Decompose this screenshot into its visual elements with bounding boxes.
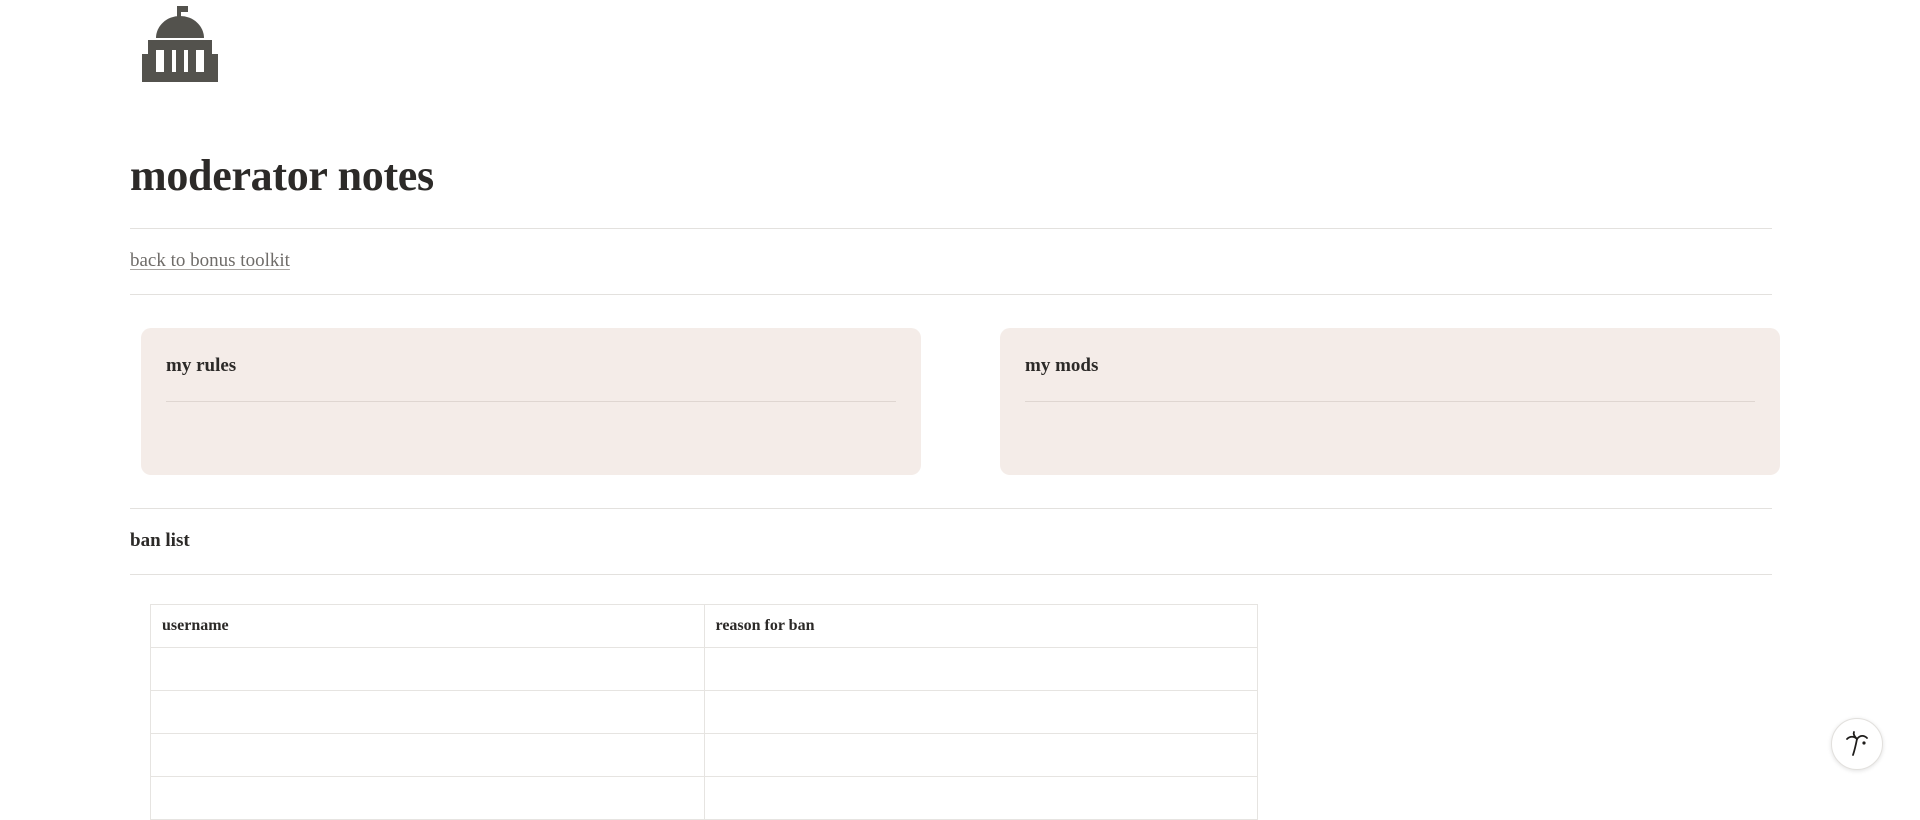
divider bbox=[130, 574, 1772, 575]
ban-list-heading: ban list bbox=[130, 530, 190, 551]
back-to-toolkit-link[interactable]: back to bonus toolkit bbox=[130, 250, 290, 272]
table-row bbox=[150, 690, 1258, 734]
my-rules-title: my rules bbox=[166, 355, 237, 376]
page: moderator notes back to bonus toolkit my… bbox=[0, 0, 1920, 820]
card-divider bbox=[1025, 401, 1755, 402]
table-cell-reason[interactable] bbox=[703, 690, 1258, 734]
table-cell-username[interactable] bbox=[150, 690, 705, 734]
table-cell-username[interactable] bbox=[150, 647, 705, 691]
table-cell-username[interactable] bbox=[150, 733, 705, 777]
government-building-icon bbox=[142, 6, 218, 82]
my-rules-card: my rules bbox=[141, 328, 921, 475]
table-row bbox=[150, 733, 1258, 777]
table-cell-reason[interactable] bbox=[703, 647, 1258, 691]
table-cell-reason[interactable] bbox=[703, 733, 1258, 777]
palm-tree-help-icon bbox=[1846, 731, 1868, 756]
table-cell-reason[interactable] bbox=[703, 776, 1258, 820]
divider bbox=[130, 294, 1772, 295]
divider bbox=[130, 508, 1772, 509]
table-row bbox=[150, 647, 1258, 691]
my-mods-card: my mods bbox=[1000, 328, 1780, 475]
table-header-row: username reason for ban bbox=[150, 604, 1258, 648]
my-mods-title: my mods bbox=[1025, 355, 1099, 376]
table-row bbox=[150, 776, 1258, 820]
help-button[interactable] bbox=[1831, 718, 1883, 770]
card-divider bbox=[166, 401, 896, 402]
table-cell-username[interactable] bbox=[150, 776, 705, 820]
column-header-username[interactable]: username bbox=[150, 604, 705, 648]
ban-list-table: username reason for ban bbox=[150, 604, 1258, 820]
page-title: moderator notes bbox=[130, 151, 434, 200]
column-header-reason[interactable]: reason for ban bbox=[703, 604, 1258, 648]
divider bbox=[130, 228, 1772, 229]
